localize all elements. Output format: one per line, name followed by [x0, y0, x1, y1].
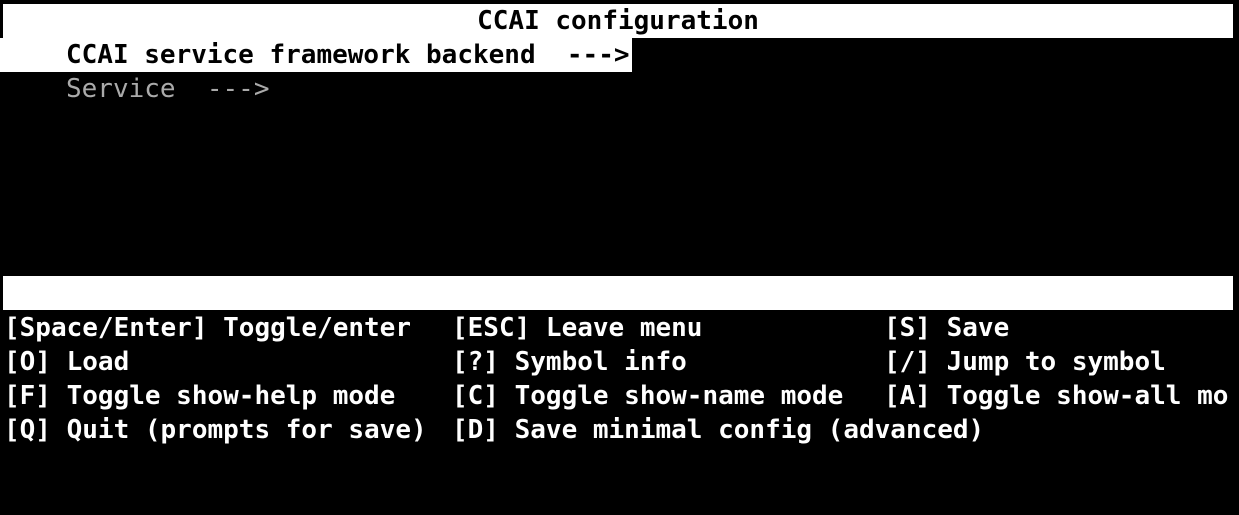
- menu-item-label: Service --->: [66, 74, 270, 104]
- help-key-toggle-enter: [Space/Enter] Toggle/enter: [4, 313, 411, 343]
- menu-list: CCAI service framework backend ---> Serv…: [0, 38, 1239, 276]
- help-row: [F] Toggle show-help mode [C] Toggle sho…: [4, 379, 1228, 413]
- help-row: [Q] Quit (prompts for save) [D] Save min…: [4, 413, 984, 447]
- help-key-quit: [Q] Quit (prompts for save): [4, 415, 427, 445]
- help-key-show-help: [F] Toggle show-help mode: [4, 381, 396, 411]
- help-row: [Space/Enter] Toggle/enter [ESC] Leave m…: [4, 311, 1009, 345]
- help-key-symbol-info: [?] Symbol info: [452, 347, 687, 377]
- help-key-jump-to-symbol: [/] Jump to symbol: [884, 347, 1166, 377]
- help-key-load: [O] Load: [4, 347, 130, 377]
- menu-item-backend[interactable]: CCAI service framework backend --->: [0, 38, 632, 72]
- help-key-leave-menu: [ESC] Leave menu: [452, 313, 703, 343]
- help-row: [O] Load [?] Symbol info [/] Jump to sym…: [4, 345, 1166, 379]
- help-key-show-all: [A] Toggle show-all mo: [884, 381, 1229, 411]
- window-title-bar: CCAI configuration: [3, 4, 1233, 38]
- window-title: CCAI configuration: [477, 6, 759, 36]
- menu-item-label: CCAI service framework backend --->: [0, 38, 632, 72]
- help-key-save-minimal: [D] Save minimal config (advanced): [452, 415, 985, 445]
- menu-item-service[interactable]: Service --->: [66, 72, 270, 106]
- help-key-show-name: [C] Toggle show-name mode: [452, 381, 844, 411]
- status-bar: [3, 276, 1233, 310]
- help-key-save: [S] Save: [884, 313, 1010, 343]
